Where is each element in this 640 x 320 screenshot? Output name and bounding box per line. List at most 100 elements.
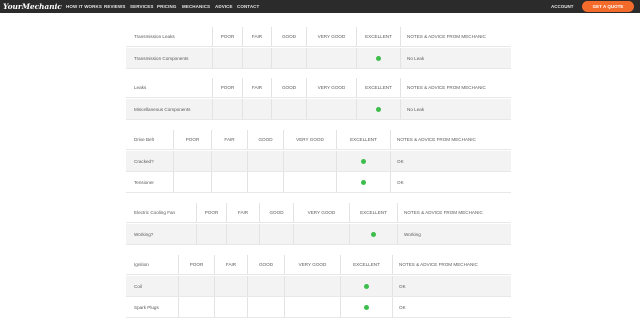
rating-header-fair: FAIR xyxy=(226,203,259,222)
inspection-table-leaks: Leaks POOR FAIR GOOD VERY GOOD EXCELLENT… xyxy=(126,78,511,120)
nav-link-pricing[interactable]: PRICING xyxy=(157,0,176,13)
section-title: Drive Belt xyxy=(134,137,154,142)
rating-cell xyxy=(283,172,336,192)
rating-cell xyxy=(284,276,340,296)
excellent-rating-dot xyxy=(361,158,366,164)
rating-cell xyxy=(242,48,271,68)
rating-header-fair: FAIR xyxy=(214,255,247,274)
rating-cell xyxy=(247,151,283,171)
rating-cell xyxy=(247,276,284,296)
table-row: Transmission Components No Leak xyxy=(126,48,511,69)
rating-cell xyxy=(211,151,247,171)
rating-cell xyxy=(284,297,340,317)
rating-header-fair: FAIR xyxy=(242,78,271,97)
item-label: Transmission Components xyxy=(134,55,189,61)
excellent-rating-dot xyxy=(364,304,369,310)
rating-header-good: GOOD xyxy=(271,27,306,46)
section-title: Ignition xyxy=(134,262,149,267)
rating-header-very-good: VERY GOOD xyxy=(306,27,356,46)
item-label: Working? xyxy=(134,231,154,237)
rating-cell xyxy=(173,151,211,171)
rating-cell-excellent xyxy=(349,224,397,244)
nav-link-services[interactable]: SERVICES xyxy=(130,0,153,13)
mechanic-note: OK xyxy=(390,172,511,192)
rating-cell xyxy=(178,297,214,317)
nav-link-mechanics[interactable]: MECHANICS xyxy=(182,0,210,13)
rating-cell xyxy=(212,99,242,119)
rating-header-very-good: VERY GOOD xyxy=(284,255,340,274)
item-label: Coil xyxy=(134,283,142,289)
rating-cell xyxy=(306,99,356,119)
notes-header: NOTES & ADVICE FROM MECHANIC xyxy=(397,203,511,222)
mechanic-note: OK xyxy=(392,276,511,296)
table-row: Coil OK xyxy=(126,276,511,297)
rating-header-very-good: VERY GOOD xyxy=(293,203,349,222)
rating-header-very-good: VERY GOOD xyxy=(306,78,356,97)
inspection-table-ignition: Ignition POOR FAIR GOOD VERY GOOD EXCELL… xyxy=(126,255,511,318)
excellent-rating-dot xyxy=(364,283,369,289)
table-row: Spark Plugs OK xyxy=(126,297,511,318)
rating-header-poor: POOR xyxy=(212,27,242,46)
table-row: Working? Working xyxy=(126,224,511,245)
item-label: Tensioner xyxy=(134,179,154,185)
nav-link-reviews[interactable]: REVIEWS xyxy=(104,0,125,13)
rating-header-good: GOOD xyxy=(271,78,306,97)
rating-cell xyxy=(283,151,336,171)
notes-header: NOTES & ADVICE FROM MECHANIC xyxy=(392,255,511,274)
rating-header-poor: POOR xyxy=(178,255,214,274)
excellent-rating-dot xyxy=(361,179,366,185)
account-link[interactable]: ACCOUNT xyxy=(551,0,574,13)
table-row: Miscellaneous Components No Leak xyxy=(126,99,511,120)
table-header-row: Ignition POOR FAIR GOOD VERY GOOD EXCELL… xyxy=(126,255,511,275)
rating-header-poor: POOR xyxy=(212,78,242,97)
rating-header-excellent: EXCELLENT xyxy=(356,27,400,46)
nav-link-contact[interactable]: CONTACT xyxy=(237,0,259,13)
table-header-row: Drive Belt POOR FAIR GOOD VERY GOOD EXCE… xyxy=(126,130,511,150)
section-title: Leaks xyxy=(134,85,147,90)
rating-header-fair: FAIR xyxy=(211,130,247,149)
rating-header-excellent: EXCELLENT xyxy=(349,203,397,222)
mechanic-note: OK xyxy=(392,297,511,317)
rating-cell xyxy=(242,99,271,119)
rating-header-very-good: VERY GOOD xyxy=(283,130,336,149)
item-label: Cracked? xyxy=(134,158,154,164)
item-label: Miscellaneous Components xyxy=(134,106,191,112)
get-a-quote-button[interactable]: GET A QUOTE xyxy=(582,1,634,12)
rating-cell-excellent xyxy=(340,297,392,317)
rating-cell-excellent xyxy=(336,172,390,192)
rating-header-excellent: EXCELLENT xyxy=(336,130,390,149)
rating-header-good: GOOD xyxy=(247,255,284,274)
rating-cell xyxy=(196,224,226,244)
inspection-table-electric-cooling-fan: Electric Cooling Fan POOR FAIR GOOD VERY… xyxy=(126,203,511,245)
rating-header-good: GOOD xyxy=(259,203,293,222)
rating-cell xyxy=(271,99,306,119)
table-header-row: Transmission Leaks POOR FAIR GOOD VERY G… xyxy=(126,27,511,47)
notes-header: NOTES & ADVICE FROM MECHANIC xyxy=(390,130,511,149)
rating-header-excellent: EXCELLENT xyxy=(340,255,392,274)
rating-cell xyxy=(247,297,284,317)
item-label: Spark Plugs xyxy=(134,304,159,310)
rating-cell-excellent xyxy=(340,276,392,296)
rating-cell xyxy=(211,172,247,192)
excellent-rating-dot xyxy=(376,106,381,112)
rating-cell-excellent xyxy=(356,48,400,68)
table-row: Cracked? OK xyxy=(126,151,511,172)
mechanic-note: Working xyxy=(397,224,511,244)
rating-cell xyxy=(247,172,283,192)
nav-link-how-it-works[interactable]: HOW IT WORKS xyxy=(66,0,102,13)
brand-logo[interactable]: YourMechanic xyxy=(3,1,62,12)
section-title: Transmission Leaks xyxy=(134,34,175,39)
mechanic-note: No Leak xyxy=(400,48,511,68)
rating-cell xyxy=(214,297,247,317)
top-navbar: YourMechanic HOW IT WORKS REVIEWS SERVIC… xyxy=(0,0,640,13)
mechanic-note: OK xyxy=(390,151,511,171)
rating-header-poor: POOR xyxy=(173,130,211,149)
rating-cell xyxy=(226,224,259,244)
excellent-rating-dot xyxy=(376,55,381,61)
table-row: Tensioner OK xyxy=(126,172,511,193)
rating-header-excellent: EXCELLENT xyxy=(356,78,400,97)
rating-cell xyxy=(293,224,349,244)
inspection-table-transmission-leaks: Transmission Leaks POOR FAIR GOOD VERY G… xyxy=(126,27,511,69)
notes-header: NOTES & ADVICE FROM MECHANIC xyxy=(400,78,511,97)
nav-link-advice[interactable]: ADVICE xyxy=(215,0,233,13)
